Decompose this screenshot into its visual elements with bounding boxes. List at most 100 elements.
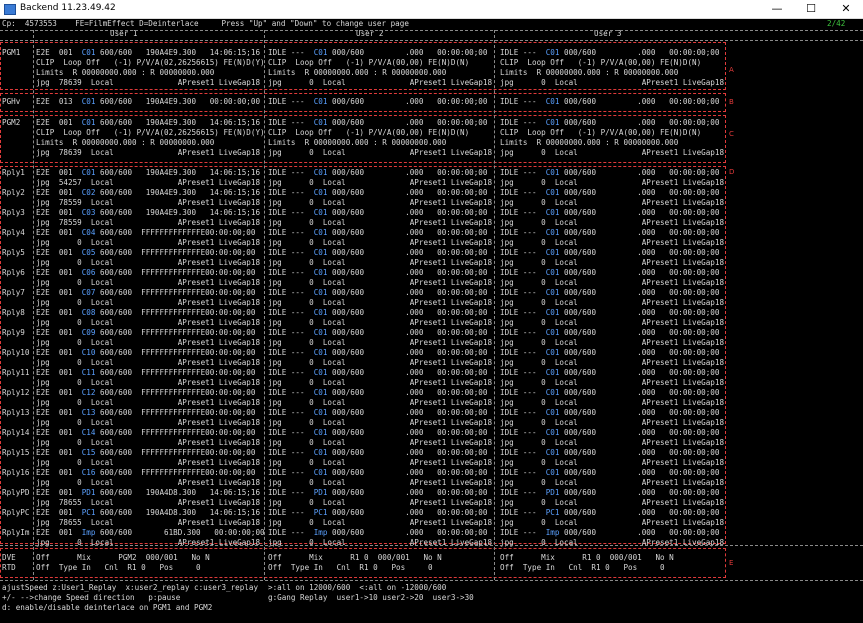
replay-u3-line: jpg 0 Local APreset1 LiveGap18 [500,358,724,368]
cell-text: jpg 0 Local APreset1 LiveGap18 [36,458,261,467]
cell-text: jpg 0 Local APreset1 LiveGap18 [268,358,493,367]
pgm2-u1-line: jpg 78639 Local APreset1 LiveGap18 [36,148,260,158]
channel-id: C04 [81,228,96,237]
page-indicator: 2/42 [827,19,846,28]
replay-u3-line: IDLE --- C01 000/600 .000 00:00:00;00 [500,328,719,338]
cell-text: 600/600 FFFFFFFFFFFFFE00:00:00;00 [95,348,256,357]
cell-text: 000/600 .000 00:00:00;00 [327,408,488,417]
cell-text: 000/600 .000 00:00:00;00 [327,528,488,537]
replay-label: Rply10 [2,348,30,357]
replay-u3-line: jpg 0 Local APreset1 LiveGap18 [500,538,724,548]
cell-text: IDLE --- [500,248,546,257]
channel-id: C05 [81,248,96,257]
pgm1-u1-line: jpg 78639 Local APreset1 LiveGap18 [36,78,260,88]
cell-text: IDLE --- [268,97,314,106]
channel-id: C01 [545,448,560,457]
replay-u1-line: E2E 001 C14 600/600 FFFFFFFFFFFFFE00:00:… [36,428,255,438]
cell-text: jpg 0 Local APreset1 LiveGap18 [268,418,493,427]
cell-text: jpg 0 Local APreset1 LiveGap18 [268,318,493,327]
cell-text: jpg 0 Local APreset1 LiveGap18 [268,148,493,157]
replay-u2-line: jpg 0 Local APreset1 LiveGap18 [268,418,492,428]
cell-text: jpg 0 Local APreset1 LiveGap18 [268,378,493,387]
title-bar[interactable]: Backend 11.23.49.42 — ☐ ✕ [0,0,863,19]
replay-u2-line: IDLE --- C01 000/600 .000 00:00:00;00 [268,228,487,238]
replay-u2-line: jpg 0 Local APreset1 LiveGap18 [268,378,492,388]
channel-id: C01 [313,118,328,127]
minimize-button[interactable]: — [760,0,794,18]
cell-text: 600/600 190A4E9.300 14:06:15;16 [95,118,261,127]
replay-u3-line: jpg 0 Local APreset1 LiveGap18 [500,518,724,528]
replay-u3-line: IDLE --- C01 000/600 .000 00:00:00;00 [500,428,719,438]
cell-text: jpg 0 Local APreset1 LiveGap18 [500,238,725,247]
cell-text: IDLE --- [500,268,546,277]
cell-text: jpg 0 Local APreset1 LiveGap18 [268,498,493,507]
replay-label: RplyPC [2,508,30,517]
header-separator [0,30,863,31]
replay-u2-line: jpg 0 Local APreset1 LiveGap18 [268,278,492,288]
maximize-button[interactable]: ☐ [794,0,828,18]
replay-u2-line: IDLE --- C01 000/600 .000 00:00:00;00 [268,408,487,418]
replay-u3-line: IDLE --- C01 000/600 .000 00:00:00;00 [500,188,719,198]
cell-text: jpg 0 Local APreset1 LiveGap18 [500,478,725,487]
pgm1-u1-line: Limits R 00000000.000 : R 00000000.000 [36,68,214,78]
replay-u2-line: jpg 0 Local APreset1 LiveGap18 [268,458,492,468]
cell-text: 000/600 .000 00:00:00;00 [327,348,488,357]
pgm2-label: PGM2 [2,118,21,127]
pgm1-u3-line: IDLE --- C01 000/600 .000 00:00:00;00 [500,48,719,58]
replay-u1-line: jpg 78655 Local APreset1 LiveGap18 [36,518,260,528]
replay-u3-line: IDLE --- C01 000/600 .000 00:00:00;00 [500,168,719,178]
channel-id: PD1 [545,488,560,497]
cell-text: Limits R 00000000.000 : R 00000000.000 [36,68,215,77]
replay-u1-line: E2E 001 C11 600/600 FFFFFFFFFFFFFE00:00:… [36,368,255,378]
channel-id: C01 [313,208,328,217]
replay-u2-line: IDLE --- C01 000/600 .000 00:00:00;00 [268,448,487,458]
pgm1-u1-line: CLIP Loop Off (-1) P/V/A(02,26256615) FE… [36,58,265,68]
replay-label: Rply4 [2,228,25,237]
replay-u3-line: IDLE --- Imp 000/600 .000 00:00:00;00 [500,528,719,538]
replay-u3-line: IDLE --- C01 000/600 .000 00:00:00;00 [500,448,719,458]
replay-u2-line: jpg 0 Local APreset1 LiveGap18 [268,258,492,268]
replay-u1-line: E2E 001 C01 600/600 190A4E9.300 14:06:15… [36,168,260,178]
dve-label: DVE [2,553,16,562]
cell-text: 600/600 FFFFFFFFFFFFFE00:00:00;00 [95,328,256,337]
cell-text: IDLE --- [500,97,546,106]
channel-id: C01 [545,208,560,217]
close-button[interactable]: ✕ [829,0,863,18]
cell-text: E2E 001 [36,388,82,397]
dve-u1-line: Off Mix PGM2 000/001 No N [36,553,210,562]
channel-id: C01 [545,48,560,57]
cell-text: jpg 0 Local APreset1 LiveGap18 [36,238,261,247]
cell-text: E2E 001 [36,268,82,277]
replay-u3-line: IDLE --- PC1 000/600 .000 00:00:00;00 [500,508,719,518]
channel-id: C01 [313,468,328,477]
pgm1-u2-line: CLIP Loop Off (-1) P/V/A(00,00) FE(N)D(N… [268,58,469,68]
cell-text: 000/600 .000 00:00:00;00 [327,268,488,277]
cell-text: 600/600 FFFFFFFFFFFFFE00:00:00;00 [95,268,256,277]
replay-u3-line: jpg 0 Local APreset1 LiveGap18 [500,238,724,248]
cell-text: 000/600 .000 00:00:00;00 [327,508,488,517]
cell-text: IDLE --- [268,288,314,297]
cell-text: Limits R 00000000.000 : R 00000000.000 [500,68,679,77]
cell-text: jpg 0 Local APreset1 LiveGap18 [36,278,261,287]
cell-text: E2E 013 [36,97,82,106]
replay-u3-line: IDLE --- C01 000/600 .000 00:00:00;00 [500,248,719,258]
replay-u1-line: jpg 0 Local APreset1 LiveGap18 [36,278,260,288]
window-title: Backend 11.23.49.42 [20,3,116,13]
cell-text: IDLE --- [500,528,546,537]
replay-u1-line: E2E 001 C06 600/600 FFFFFFFFFFFFFE00:00:… [36,268,255,278]
channel-id: C01 [81,168,96,177]
channel-id: Imp [545,528,560,537]
cell-text: Limits R 00000000.000 : R 00000000.000 [268,138,447,147]
cell-text: IDLE --- [500,188,546,197]
cell-text: 000/600 .000 00:00:00;00 [559,97,720,106]
replay-u1-line: E2E 001 C16 600/600 FFFFFFFFFFFFFE00:00:… [36,468,255,478]
pgm1-u2-line: Limits R 00000000.000 : R 00000000.000 [268,68,446,78]
channel-id: C01 [313,328,328,337]
cell-text: 000/600 .000 00:00:00;00 [559,208,720,217]
channel-id: C01 [313,188,328,197]
cell-text: jpg 0 Local APreset1 LiveGap18 [500,458,725,467]
rtd-u2-line: Off Type In Cnl R1 0 Pos 0 [268,563,433,572]
replay-label: Rply5 [2,248,25,257]
cell-text: E2E 001 [36,168,82,177]
replay-u3-line: jpg 0 Local APreset1 LiveGap18 [500,498,724,508]
